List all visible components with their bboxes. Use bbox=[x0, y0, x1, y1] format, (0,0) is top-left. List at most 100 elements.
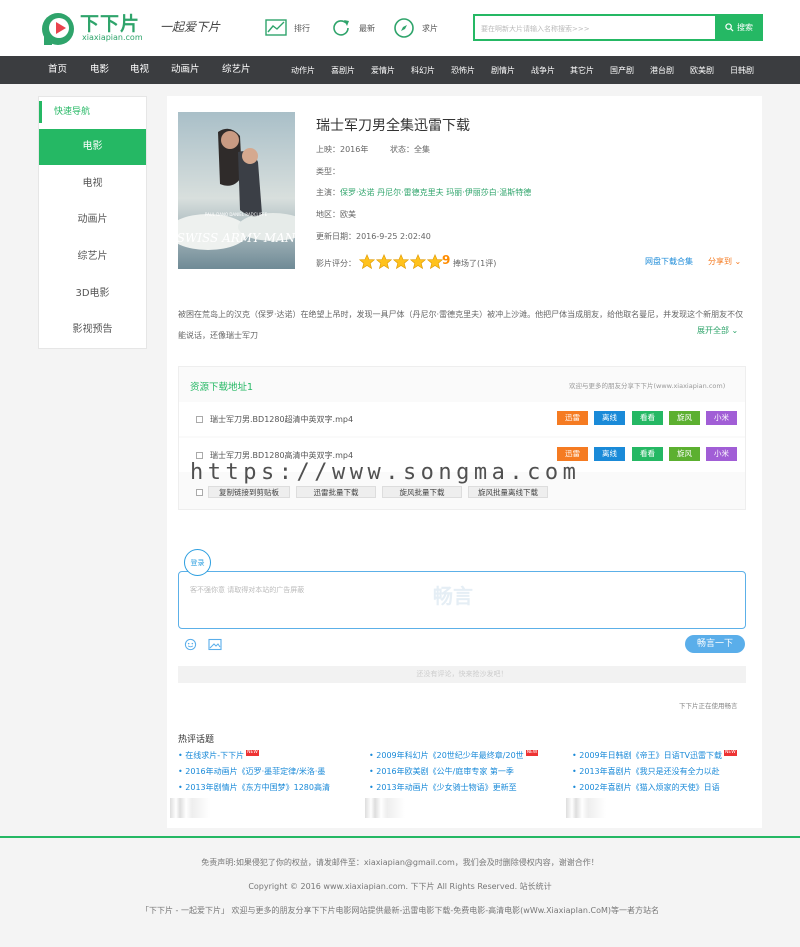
slogan: 一起爱下片 bbox=[160, 20, 221, 34]
download-4-button[interactable]: 小米 bbox=[706, 447, 737, 461]
release-label: 上映： bbox=[316, 145, 340, 154]
nav-variety[interactable]: 综艺片 bbox=[222, 56, 251, 84]
latest-label: 最新 bbox=[359, 23, 375, 33]
search-input[interactable]: 要在啊新大片请输入名称搜索>>> bbox=[473, 14, 715, 41]
nav-romance[interactable]: 爱情片 bbox=[371, 56, 395, 84]
nav-action[interactable]: 动作片 bbox=[291, 56, 315, 84]
movie-title: 瑞士军刀男全集迅雷下载 bbox=[316, 118, 470, 134]
logo-text[interactable]: 下下片 bbox=[80, 9, 140, 36]
cast-link[interactable]: 丹尼尔·雷德克里夫 bbox=[377, 188, 444, 197]
hot-topic-link[interactable]: • 2002年喜剧片《猫入烦家的天使》日语 bbox=[572, 782, 720, 793]
search-button[interactable]: 搜索 bbox=[715, 14, 763, 41]
hot-topic-link[interactable]: • 2009年日韩剧《帝王》日语TV迅雷下载 NEW bbox=[572, 750, 737, 761]
expand-label: 展开全部 bbox=[697, 326, 729, 335]
thunder-batch-button[interactable]: 迅雷批量下载 bbox=[296, 486, 376, 498]
nav-comedy[interactable]: 喜剧片 bbox=[331, 56, 355, 84]
sidebar-item-movie[interactable]: 电影 bbox=[39, 129, 146, 165]
request-link[interactable]: 求片 bbox=[392, 12, 438, 44]
copy-links-button[interactable]: 复制链接到剪贴板 bbox=[208, 486, 290, 498]
movie-poster[interactable]: SWISS ARMY MAN PAUL DANO DANIEL RADCLIFF… bbox=[178, 112, 295, 269]
compass-icon bbox=[394, 18, 414, 38]
search-icon bbox=[725, 23, 734, 32]
nav-tv[interactable]: 电视 bbox=[130, 56, 149, 84]
star-icon[interactable] bbox=[410, 254, 426, 270]
star-icon[interactable] bbox=[376, 254, 392, 270]
refresh-icon bbox=[333, 20, 349, 36]
sidebar-item-3d[interactable]: 3D电影 bbox=[39, 276, 146, 312]
hot-topic-link[interactable]: • 2009年科幻片《20世纪少年最终章/20世 NEW bbox=[369, 750, 539, 761]
nav-movie[interactable]: 电影 bbox=[90, 56, 109, 84]
rating-score: 9 bbox=[442, 253, 451, 267]
nav-scifi[interactable]: 科幻片 bbox=[411, 56, 435, 84]
download-1-button[interactable]: 离线 bbox=[594, 411, 625, 425]
nav-war[interactable]: 战争片 bbox=[531, 56, 555, 84]
footer-disclaimer: 免责声明:如果侵犯了你的权益，请发邮件至：xiaxiapian@gmail.co… bbox=[201, 858, 599, 867]
comment-placeholder: 客不强你意 请取得对本站的广告屏蔽 bbox=[190, 586, 305, 594]
download-1-button[interactable]: 离线 bbox=[594, 447, 625, 461]
request-label: 求片 bbox=[422, 23, 438, 33]
post-comment-button[interactable]: 畅言一下 bbox=[685, 635, 745, 653]
download-4-button[interactable]: 小米 bbox=[706, 411, 737, 425]
hot-topic-link[interactable]: • 2013年动画片《少女骑士物语》更新至 bbox=[369, 782, 517, 793]
nav-jk-series[interactable]: 日韩剧 bbox=[730, 56, 754, 84]
hot-topic-link[interactable]: • 2013年喜剧片《我只是还没有全力以赴 bbox=[572, 766, 720, 777]
star-icon[interactable] bbox=[393, 254, 409, 270]
cast-link[interactable]: 玛丽·伊丽莎白·温斯特德 bbox=[446, 188, 531, 197]
download-2-button[interactable]: 看看 bbox=[632, 447, 663, 461]
select-all-checkbox[interactable] bbox=[196, 489, 203, 496]
region-info: 地区：欧美 bbox=[316, 209, 356, 220]
download-3-button[interactable]: 旋风 bbox=[669, 447, 700, 461]
emoji-icon[interactable] bbox=[184, 638, 197, 651]
search-button-label: 搜索 bbox=[737, 23, 753, 32]
expand-button[interactable]: 展开全部 ⌄ bbox=[697, 325, 738, 336]
movie-description: 被困在荒岛上的汉克（保罗·达诺）在绝望上吊时，发现一具尸体（丹尼尔·雷德克里夫）… bbox=[178, 310, 744, 340]
cloud-download-link[interactable]: 网盘下载合集 bbox=[645, 256, 693, 267]
download-0-button[interactable]: 迅雷 bbox=[557, 411, 588, 425]
hot-topic-link[interactable]: • 2013年剧情片《东方中国梦》1280高清 bbox=[178, 782, 330, 793]
rating-label: 影片评分： bbox=[316, 259, 356, 268]
nav-other[interactable]: 其它片 bbox=[570, 56, 594, 84]
nav-us-series[interactable]: 欧美剧 bbox=[690, 56, 714, 84]
latest-link[interactable]: 最新 bbox=[329, 12, 375, 44]
new-badge: NEW bbox=[525, 750, 539, 756]
blurred-row bbox=[566, 798, 676, 818]
hot-topic-link[interactable]: • 2016年欧美剧《公牛/庭审专家 第一季 bbox=[369, 766, 514, 777]
chart-icon bbox=[265, 19, 287, 36]
cast-link[interactable]: 保罗·达诺 bbox=[340, 188, 375, 197]
whirlwind-offline-batch-button[interactable]: 旋风批量离线下载 bbox=[468, 486, 548, 498]
powered-by[interactable]: 下下片正在使用畅言 bbox=[679, 700, 738, 710]
hot-topic-label: 2009年日韩剧《帝王》日语TV迅雷下载 bbox=[579, 751, 722, 760]
nav-drama[interactable]: 剧情片 bbox=[491, 56, 515, 84]
nav-hk-series[interactable]: 港台剧 bbox=[650, 56, 674, 84]
hot-topic-link[interactable]: • 2016年动画片《迈罗·墨菲定律/米洛·墨 bbox=[178, 766, 325, 777]
nav-cn-series[interactable]: 国产剧 bbox=[610, 56, 634, 84]
image-icon[interactable] bbox=[208, 638, 222, 651]
nav-home[interactable]: 首页 bbox=[48, 56, 67, 84]
hot-topic-label: 2013年动画片《少女骑士物语》更新至 bbox=[376, 783, 517, 792]
sidebar-title: 快速导航 bbox=[39, 101, 146, 123]
file-checkbox[interactable] bbox=[196, 452, 203, 459]
file-checkbox[interactable] bbox=[196, 416, 203, 423]
sidebar-item-tv[interactable]: 电视 bbox=[39, 166, 146, 202]
star-icon[interactable] bbox=[427, 254, 443, 270]
rating-stars[interactable] bbox=[359, 254, 443, 270]
status-value: 全集 bbox=[414, 145, 430, 154]
star-icon[interactable] bbox=[359, 254, 375, 270]
share-button[interactable]: 分享到 ⌄ bbox=[708, 256, 741, 267]
site-footer: 免责声明:如果侵犯了你的权益，请发邮件至：xiaxiapian@gmail.co… bbox=[0, 838, 800, 947]
download-2-button[interactable]: 看看 bbox=[632, 411, 663, 425]
ranking-link[interactable]: 排行 bbox=[264, 12, 310, 44]
sidebar-item-trailer[interactable]: 影视预告 bbox=[39, 312, 146, 348]
nav-horror[interactable]: 恐怖片 bbox=[451, 56, 475, 84]
download-0-button[interactable]: 迅雷 bbox=[557, 447, 588, 461]
nav-anime[interactable]: 动画片 bbox=[171, 56, 200, 84]
download-3-button[interactable]: 旋风 bbox=[669, 411, 700, 425]
login-button[interactable]: 登录 bbox=[184, 549, 211, 576]
sidebar-item-anime[interactable]: 动画片 bbox=[39, 202, 146, 238]
sidebar-item-variety[interactable]: 综艺片 bbox=[39, 239, 146, 275]
logo-icon[interactable] bbox=[40, 11, 76, 47]
file-link[interactable]: 瑞士军刀男.BD1280超清中英双字.mp4 bbox=[210, 414, 353, 425]
hot-topic-link[interactable]: • 在线求片-下下片 NEW bbox=[178, 750, 259, 761]
status-label: 状态： bbox=[390, 145, 414, 154]
whirlwind-batch-button[interactable]: 旋风批量下载 bbox=[382, 486, 462, 498]
